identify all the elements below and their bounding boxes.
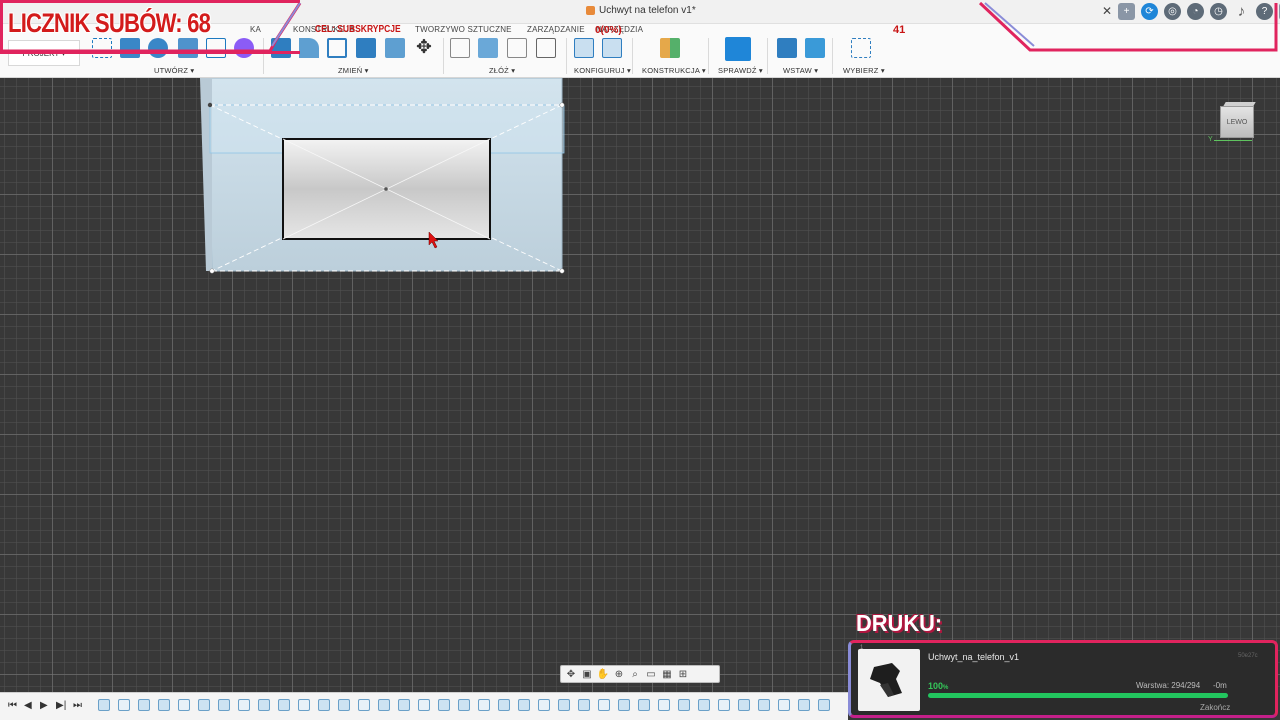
timeline-feature[interactable] [498, 699, 510, 711]
group-select-label: WYBIERZ [843, 66, 879, 75]
timeline-feature[interactable] [518, 699, 530, 711]
pan-icon[interactable]: ✋ [597, 668, 609, 680]
print-progress-bar [928, 693, 1228, 698]
print-layers: Warstwa: 294/294 [1136, 681, 1201, 690]
group-insert-label: WSTAW [783, 66, 812, 75]
print-slot: 1 [860, 645, 864, 651]
timeline-feature[interactable] [438, 699, 450, 711]
timeline-feature[interactable] [378, 699, 390, 711]
timeline-feature[interactable] [138, 699, 150, 711]
timeline-feature[interactable] [198, 699, 210, 711]
print-file-name: Uchwyt_na_telefon_v1 [928, 652, 1020, 662]
group-inspect[interactable]: SPRAWDŹ ▾ [718, 66, 763, 75]
next-step-icon[interactable]: ▶| [56, 700, 66, 711]
timeline-feature[interactable] [578, 699, 590, 711]
timeline-feature[interactable] [618, 699, 630, 711]
timeline-feature[interactable] [258, 699, 270, 711]
timeline-feature[interactable] [278, 699, 290, 711]
zoom-window-icon[interactable]: ⌕ [629, 668, 641, 680]
timeline-feature[interactable] [678, 699, 690, 711]
group-inspect-label: SPRAWDŹ [718, 66, 757, 75]
3d-viewport[interactable] [0, 78, 1280, 692]
group-construct[interactable]: KONSTRUKCJA ▾ [642, 66, 706, 75]
print-finish-button[interactable]: Zakończ [1200, 703, 1230, 712]
timeline-feature[interactable] [118, 699, 130, 711]
viewports-icon[interactable]: ⊞ [677, 668, 689, 680]
zoom-icon[interactable]: ⊕ [613, 668, 625, 680]
navigation-bar: ✥ ▣ ✋ ⊕ ⌕ ▭ ▦ ⊞ [560, 665, 720, 683]
print-percent: 100% [928, 681, 948, 691]
last-step-icon[interactable]: ⏭ [73, 700, 82, 711]
group-insert[interactable]: WSTAW ▾ [783, 66, 818, 75]
look-at-icon[interactable]: ▣ [581, 668, 593, 680]
play-icon[interactable]: ▶ [40, 700, 48, 711]
group-select[interactable]: WYBIERZ ▾ [843, 66, 885, 75]
first-step-icon[interactable]: ⏮ [8, 700, 17, 711]
timeline-feature[interactable] [398, 699, 410, 711]
goal-target: 41 [893, 24, 906, 36]
pocket-cutout[interactable] [282, 138, 491, 240]
axis-line [1214, 140, 1252, 141]
print-extra: 50e27c [1238, 653, 1258, 659]
print-progress-fill [928, 693, 1228, 698]
group-configure-label: KONFIGURUJ [574, 66, 625, 75]
print-heading: DRUKU: [856, 610, 943, 636]
print-percent-unit: % [943, 685, 949, 691]
timeline-feature[interactable] [818, 699, 830, 711]
phone-holder-icon [870, 663, 902, 697]
timeline-feature[interactable] [638, 699, 650, 711]
timeline-feature[interactable] [358, 699, 370, 711]
view-cube-label: LEWO [1226, 118, 1248, 126]
group-create[interactable]: UTWÓRZ ▾ [154, 66, 194, 75]
group-construct-label: KONSTRUKCJA [642, 66, 700, 75]
timeline-feature[interactable] [238, 699, 250, 711]
orbit-icon[interactable]: ✥ [565, 668, 577, 680]
timeline-feature[interactable] [658, 699, 670, 711]
group-modify-label: ZMIEŃ [338, 66, 363, 75]
timeline-feature[interactable] [698, 699, 710, 711]
timeline-feature[interactable] [98, 699, 110, 711]
group-modify[interactable]: ZMIEŃ ▾ [338, 66, 369, 75]
group-create-label: UTWÓRZ [154, 66, 189, 75]
timeline-feature[interactable] [298, 699, 310, 711]
timeline-feature[interactable] [738, 699, 750, 711]
timeline-feature[interactable] [718, 699, 730, 711]
print-time-left: -0m [1213, 681, 1227, 690]
timeline-feature[interactable] [798, 699, 810, 711]
axis-y-label: Y [1208, 136, 1213, 143]
timeline-feature[interactable] [778, 699, 790, 711]
timeline-feature[interactable] [158, 699, 170, 711]
timeline-feature[interactable] [558, 699, 570, 711]
group-assemble[interactable]: ZŁÓŻ ▾ [489, 66, 515, 75]
goal-percent: 0(0%) [595, 25, 622, 36]
timeline-feature[interactable] [598, 699, 610, 711]
timeline-feature[interactable] [218, 699, 230, 711]
goal-label: CEL: SUBSKRYPCJE [315, 24, 401, 35]
timeline-feature[interactable] [318, 699, 330, 711]
print-percent-value: 100 [928, 681, 944, 691]
display-settings-icon[interactable]: ▭ [645, 668, 657, 680]
prev-step-icon[interactable]: ◀ [24, 700, 32, 711]
timeline-feature[interactable] [338, 699, 350, 711]
timeline-feature[interactable] [758, 699, 770, 711]
timeline-feature[interactable] [418, 699, 430, 711]
timeline: ⏮ ◀ ▶ ▶| ⏭ [0, 692, 848, 720]
grid-settings-icon[interactable]: ▦ [661, 668, 673, 680]
sub-counter: LICZNIK SUBÓW: 68 [8, 8, 211, 38]
view-cube[interactable]: LEWO Y [1208, 102, 1256, 143]
timeline-feature[interactable] [178, 699, 190, 711]
group-assemble-label: ZŁÓŻ [489, 66, 509, 75]
timeline-feature[interactable] [538, 699, 550, 711]
view-cube-face[interactable]: LEWO [1220, 106, 1254, 138]
print-thumbnail [858, 649, 920, 711]
print-status-card: 1 Uchwyt_na_telefon_v1 50e27c 100% Warst… [848, 640, 1278, 718]
timeline-feature[interactable] [458, 699, 470, 711]
timeline-feature[interactable] [478, 699, 490, 711]
model-view[interactable] [0, 78, 1280, 692]
group-configure[interactable]: KONFIGURUJ ▾ [574, 66, 631, 75]
